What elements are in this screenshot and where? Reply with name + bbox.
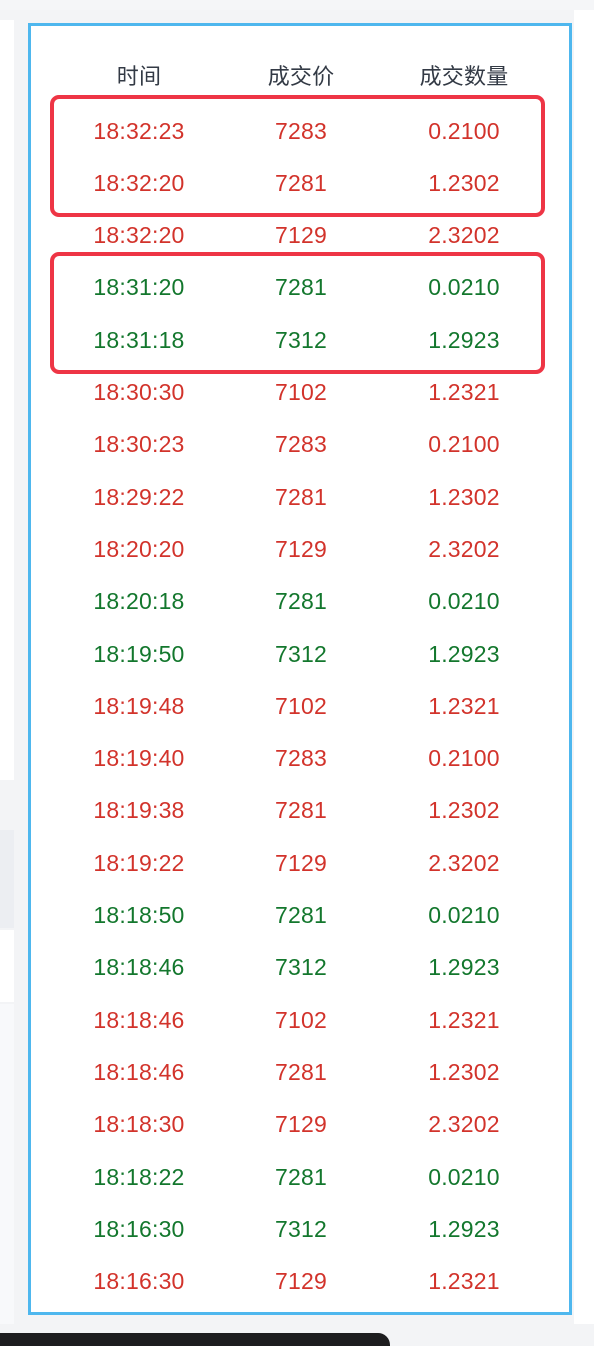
trade-time: 18:19:50 bbox=[93, 640, 185, 667]
trade-row: 18:18:46 7102 1.2321 bbox=[31, 994, 569, 1046]
trade-time: 18:19:48 bbox=[93, 692, 185, 719]
trade-quantity: 0.2100 bbox=[428, 431, 500, 458]
trade-time: 18:18:50 bbox=[93, 902, 185, 928]
trade-time: 18:19:22 bbox=[93, 849, 185, 876]
trade-quantity: 0.0210 bbox=[428, 1163, 500, 1190]
trade-row: 18:30:30 7102 1.2321 bbox=[31, 367, 569, 419]
trade-price: 7281 bbox=[275, 1163, 327, 1190]
trade-quantity: 1.2302 bbox=[428, 797, 500, 824]
trade-quantity: 0.0210 bbox=[428, 902, 500, 928]
trade-row: 18:19:48 7102 1.2321 bbox=[31, 680, 569, 732]
trade-price: 7312 bbox=[275, 640, 327, 667]
trade-time: 18:16:30 bbox=[93, 1215, 185, 1242]
trade-row: 18:16:30 7312 1.2923 bbox=[31, 1203, 569, 1255]
trade-row: 18:19:22 7129 2.3202 bbox=[31, 837, 569, 889]
page: 时间 成交价 成交数量 18:32:23 7283 0.2100 18:32:20 72… bbox=[0, 0, 594, 1346]
trade-quantity: 2.3202 bbox=[428, 535, 500, 562]
trade-time: 18:29:22 bbox=[93, 483, 185, 510]
trade-time: 18:18:46 bbox=[93, 1006, 185, 1033]
highlight-box-recent-sells bbox=[50, 252, 545, 374]
trade-price: 7281 bbox=[275, 1058, 327, 1085]
trade-row: 18:19:40 7283 0.2100 bbox=[31, 733, 569, 785]
trade-quantity: 1.2321 bbox=[428, 692, 500, 719]
trade-time: 18:30:23 bbox=[93, 431, 185, 458]
trade-row: 18:30:23 7283 0.2100 bbox=[31, 419, 569, 471]
trade-price: 7281 bbox=[275, 588, 327, 615]
trade-price: 7102 bbox=[275, 692, 327, 719]
trade-row: 18:20:20 7129 2.3202 bbox=[31, 523, 569, 575]
trade-time: 18:18:46 bbox=[93, 954, 185, 981]
trade-quantity: 2.3202 bbox=[428, 1111, 500, 1138]
trade-quantity: 1.2923 bbox=[428, 640, 500, 667]
trade-time: 18:19:38 bbox=[93, 797, 185, 824]
trade-row: 18:20:18 7281 0.0210 bbox=[31, 576, 569, 628]
trade-price: 7102 bbox=[275, 379, 327, 405]
trade-quantity: 0.0210 bbox=[428, 588, 500, 615]
trade-table-header: 时间 成交价 成交数量 bbox=[31, 50, 569, 100]
trade-price: 7129 bbox=[275, 1111, 327, 1138]
trade-quantity: 1.2321 bbox=[428, 1268, 500, 1295]
background-right-strip bbox=[574, 10, 594, 1324]
trade-time: 18:16:30 bbox=[93, 1268, 185, 1295]
trade-history-panel[interactable]: 时间 成交价 成交数量 18:32:23 7283 0.2100 18:32:20 72… bbox=[28, 23, 572, 1315]
trade-price: 7281 bbox=[275, 797, 327, 824]
trade-quantity: 1.2302 bbox=[428, 1058, 500, 1085]
trade-row: 18:16:30 7129 1.2321 bbox=[31, 1256, 569, 1308]
trade-quantity: 1.2302 bbox=[428, 483, 500, 510]
background-left-card bbox=[0, 930, 14, 1002]
highlight-box-recent-buys bbox=[50, 95, 545, 217]
trade-price: 7312 bbox=[275, 954, 327, 981]
trade-time: 18:18:22 bbox=[93, 1163, 185, 1190]
trade-quantity: 1.2923 bbox=[428, 954, 500, 981]
trade-time: 18:18:46 bbox=[93, 1058, 185, 1085]
header-quantity: 成交数量 bbox=[419, 64, 509, 89]
trade-price: 7281 bbox=[275, 902, 327, 928]
trade-time: 18:20:18 bbox=[93, 588, 185, 615]
header-time: 时间 bbox=[116, 64, 162, 89]
trade-row: 18:19:50 7312 1.2923 bbox=[31, 628, 569, 680]
background-top-band bbox=[0, 0, 594, 10]
trade-row: 18:18:50 7281 0.0210 bbox=[31, 890, 569, 942]
trade-quantity: 2.3202 bbox=[428, 849, 500, 876]
trade-price: 7281 bbox=[275, 483, 327, 510]
trade-time: 18:20:20 bbox=[93, 535, 185, 562]
header-price: 成交价 bbox=[267, 64, 335, 89]
trade-price: 7283 bbox=[275, 431, 327, 458]
background-left-lower bbox=[0, 1004, 14, 1324]
trade-price: 7129 bbox=[275, 849, 327, 876]
trade-row: 18:18:46 7312 1.2923 bbox=[31, 942, 569, 994]
trade-price: 7129 bbox=[275, 535, 327, 562]
trade-price: 7129 bbox=[275, 1268, 327, 1295]
trade-row: 18:18:30 7129 2.3202 bbox=[31, 1099, 569, 1151]
home-indicator-bar bbox=[0, 1333, 390, 1346]
trade-quantity: 1.2321 bbox=[428, 1006, 500, 1033]
trade-quantity: 1.2321 bbox=[428, 379, 500, 405]
trade-time: 18:19:40 bbox=[93, 745, 185, 772]
trade-price: 7312 bbox=[275, 1215, 327, 1242]
trade-row: 18:19:38 7281 1.2302 bbox=[31, 785, 569, 837]
trade-quantity: 1.2923 bbox=[428, 1215, 500, 1242]
trade-row: 18:18:46 7281 1.2302 bbox=[31, 1046, 569, 1098]
trade-row: 18:18:22 7281 0.0210 bbox=[31, 1151, 569, 1203]
trade-price: 7102 bbox=[275, 1006, 327, 1033]
trade-row: 18:29:22 7281 1.2302 bbox=[31, 471, 569, 523]
background-left-card bbox=[0, 20, 14, 780]
background-left-strip bbox=[0, 830, 14, 928]
trade-quantity: 0.2100 bbox=[428, 745, 500, 772]
trade-time: 18:30:30 bbox=[93, 379, 185, 405]
trade-time: 18:18:30 bbox=[93, 1111, 185, 1138]
trade-price: 7283 bbox=[275, 745, 327, 772]
